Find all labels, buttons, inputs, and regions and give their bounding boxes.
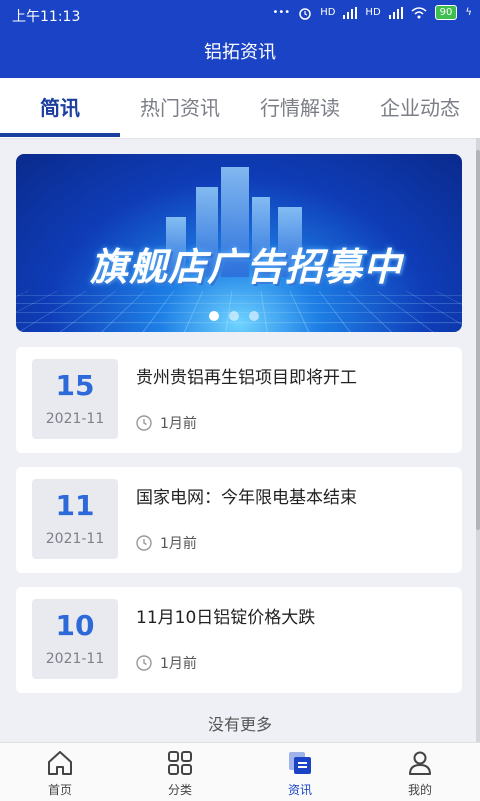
nav-mine[interactable]: 我的	[360, 743, 480, 801]
charging-icon: ϟ	[465, 7, 472, 18]
no-more-label: 没有更多	[207, 715, 272, 734]
banner-headline: 旗舰店广告招募中	[89, 245, 402, 289]
nav-category[interactable]: 分类	[120, 743, 240, 801]
news-time-ago: 1月前	[160, 536, 197, 552]
tab-hot-news[interactable]: 热门资讯	[120, 78, 240, 138]
banner-dot[interactable]	[209, 311, 219, 321]
wifi-icon	[411, 6, 427, 18]
battery-indicator: 90	[434, 5, 458, 20]
news-icon	[289, 752, 311, 774]
app-bar: 铝拓资讯	[0, 28, 480, 78]
date-day: 11	[55, 489, 95, 522]
home-icon	[48, 751, 72, 775]
banner-pagination	[209, 311, 259, 321]
news-card[interactable]: 11 2021-11 国家电网：今年限电基本结束 1月前	[16, 467, 462, 573]
date-day: 10	[55, 609, 95, 642]
date-year-month: 2021-11	[45, 531, 105, 547]
signal-bars-icon	[388, 6, 403, 19]
nav-home[interactable]: 首页	[0, 743, 120, 801]
active-tab-indicator	[0, 133, 120, 137]
news-title: 国家电网：今年限电基本结束	[136, 488, 357, 508]
status-time: 上午11:13	[12, 9, 81, 25]
date-day: 15	[55, 369, 95, 402]
alarm-icon	[299, 7, 311, 20]
tab-market-analysis[interactable]: 行情解读	[240, 78, 360, 138]
status-bar: 上午11:13 ••• HD HD 90 ϟ	[0, 0, 480, 28]
clock-icon	[136, 535, 152, 551]
nav-news-label: 资讯	[287, 783, 312, 797]
user-icon	[409, 751, 431, 775]
nav-news[interactable]: 资讯	[240, 743, 360, 801]
ad-banner[interactable]: 旗舰店广告招募中	[16, 154, 462, 332]
date-box: 10 2021-11	[32, 599, 118, 679]
grid-icon	[168, 751, 192, 775]
tab-brief[interactable]: 简讯	[0, 78, 120, 138]
banner-dot[interactable]	[249, 311, 259, 321]
nav-home-label: 首页	[47, 783, 72, 797]
date-box: 15 2021-11	[32, 359, 118, 439]
news-meta: 1月前	[136, 533, 197, 553]
news-meta: 1月前	[136, 413, 197, 433]
page-title: 铝拓资讯	[204, 42, 276, 63]
news-card[interactable]: 15 2021-11 贵州贵铝再生铝项目即将开工 1月前	[16, 347, 462, 453]
tab-company-news[interactable]: 企业动态	[360, 78, 480, 138]
news-meta: 1月前	[136, 653, 197, 673]
status-icons: ••• HD HD 90 ϟ	[272, 5, 472, 20]
date-year-month: 2021-11	[45, 411, 105, 427]
clock-icon	[136, 415, 152, 431]
news-title: 11月10日铝锭价格大跌	[136, 608, 316, 628]
signal-bars-icon	[343, 6, 358, 19]
news-time-ago: 1月前	[160, 656, 197, 672]
bottom-nav: 首页 分类 资讯 我的	[0, 742, 480, 801]
date-year-month: 2021-11	[45, 651, 105, 667]
signal-1-label: HD	[320, 7, 336, 18]
tab-bar: 简讯 热门资讯 行情解读 企业动态	[0, 78, 480, 139]
news-title: 贵州贵铝再生铝项目即将开工	[136, 368, 357, 388]
more-dots-icon: •••	[272, 7, 291, 18]
date-box: 11 2021-11	[32, 479, 118, 559]
signal-2-label: HD	[365, 7, 381, 18]
clock-icon	[136, 655, 152, 671]
nav-mine-label: 我的	[407, 783, 432, 797]
nav-category-label: 分类	[167, 783, 192, 797]
scrollbar-thumb[interactable]	[476, 150, 480, 530]
news-card[interactable]: 10 2021-11 11月10日铝锭价格大跌 1月前	[16, 587, 462, 693]
news-time-ago: 1月前	[160, 416, 197, 432]
banner-dot[interactable]	[229, 311, 239, 321]
